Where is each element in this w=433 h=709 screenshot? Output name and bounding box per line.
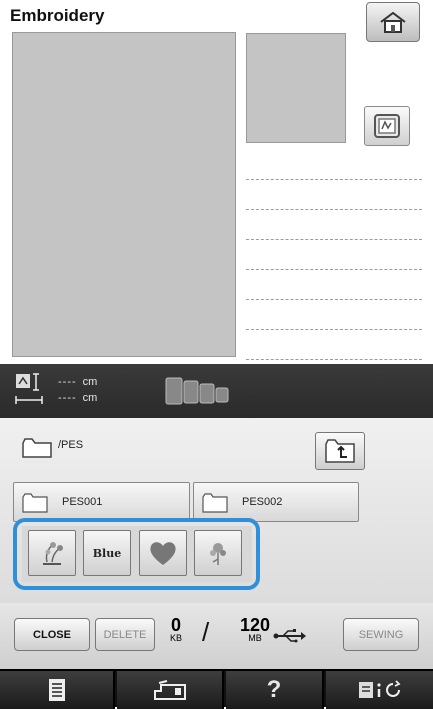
embroidery-frame-icon: [374, 114, 400, 138]
info-line: [246, 150, 422, 180]
folder-icon: [202, 493, 228, 513]
size-icon: [15, 373, 43, 404]
pattern-preview-small: [246, 33, 346, 143]
list-icon: [48, 679, 65, 701]
info-line: [246, 210, 422, 240]
embroidery-screen: Embroidery ---- cm ---- cm /PES PES001 P…: [0, 0, 433, 709]
height-readout: ---- cm: [58, 392, 97, 404]
height-unit: cm: [82, 392, 98, 404]
memory-used: 0 KB: [170, 615, 182, 643]
width-unit: cm: [82, 376, 98, 388]
list-button[interactable]: [0, 671, 115, 709]
info-line: [246, 180, 422, 210]
delete-button[interactable]: DELETE: [95, 618, 155, 651]
folder-path: /PES: [58, 439, 84, 451]
info-line: [246, 300, 422, 330]
help-button[interactable]: ?: [226, 671, 324, 709]
folder-button[interactable]: PES001: [13, 482, 190, 522]
page-title: Embroidery: [10, 6, 105, 25]
height-value: ----: [58, 392, 77, 404]
folder-label: PES001: [62, 496, 103, 508]
pattern-info: [246, 150, 422, 360]
info-line: [246, 330, 422, 360]
folder-icon: [22, 438, 52, 458]
folder-up-button[interactable]: [315, 432, 365, 470]
file-browser: /PES PES001 PES002 Blue: [0, 418, 433, 603]
memory-used-unit: KB: [170, 633, 183, 643]
close-button[interactable]: CLOSE: [14, 618, 90, 651]
hoop-sizes-icon: [165, 377, 229, 405]
sewing-button[interactable]: SEWING: [343, 618, 419, 651]
home-icon: [380, 11, 406, 33]
info-line: [246, 240, 422, 270]
info-line: [246, 270, 422, 300]
settings-icon: [358, 680, 401, 698]
width-readout: ---- cm: [58, 376, 97, 388]
size-bar: ---- cm ---- cm: [0, 364, 433, 418]
folder-label: PES002: [242, 496, 283, 508]
usb-icon: [273, 629, 306, 643]
width-value: ----: [58, 376, 77, 388]
settings-button[interactable]: [326, 671, 433, 709]
bottom-nav: ?: [0, 669, 433, 709]
folder-button[interactable]: PES002: [193, 482, 359, 522]
selection-highlight: [13, 518, 260, 590]
folder-icon: [22, 493, 48, 513]
memory-total: 120 MB: [240, 615, 270, 643]
machine-button[interactable]: [117, 671, 224, 709]
pattern-preview: [12, 32, 236, 357]
action-bar: CLOSE DELETE 0 KB / 120 MB SEWING: [0, 603, 433, 669]
memory-divider: /: [202, 617, 210, 647]
frame-button[interactable]: [364, 106, 410, 146]
home-button[interactable]: [366, 2, 420, 42]
folder-up-icon: [325, 439, 355, 463]
machine-icon: [153, 680, 186, 700]
